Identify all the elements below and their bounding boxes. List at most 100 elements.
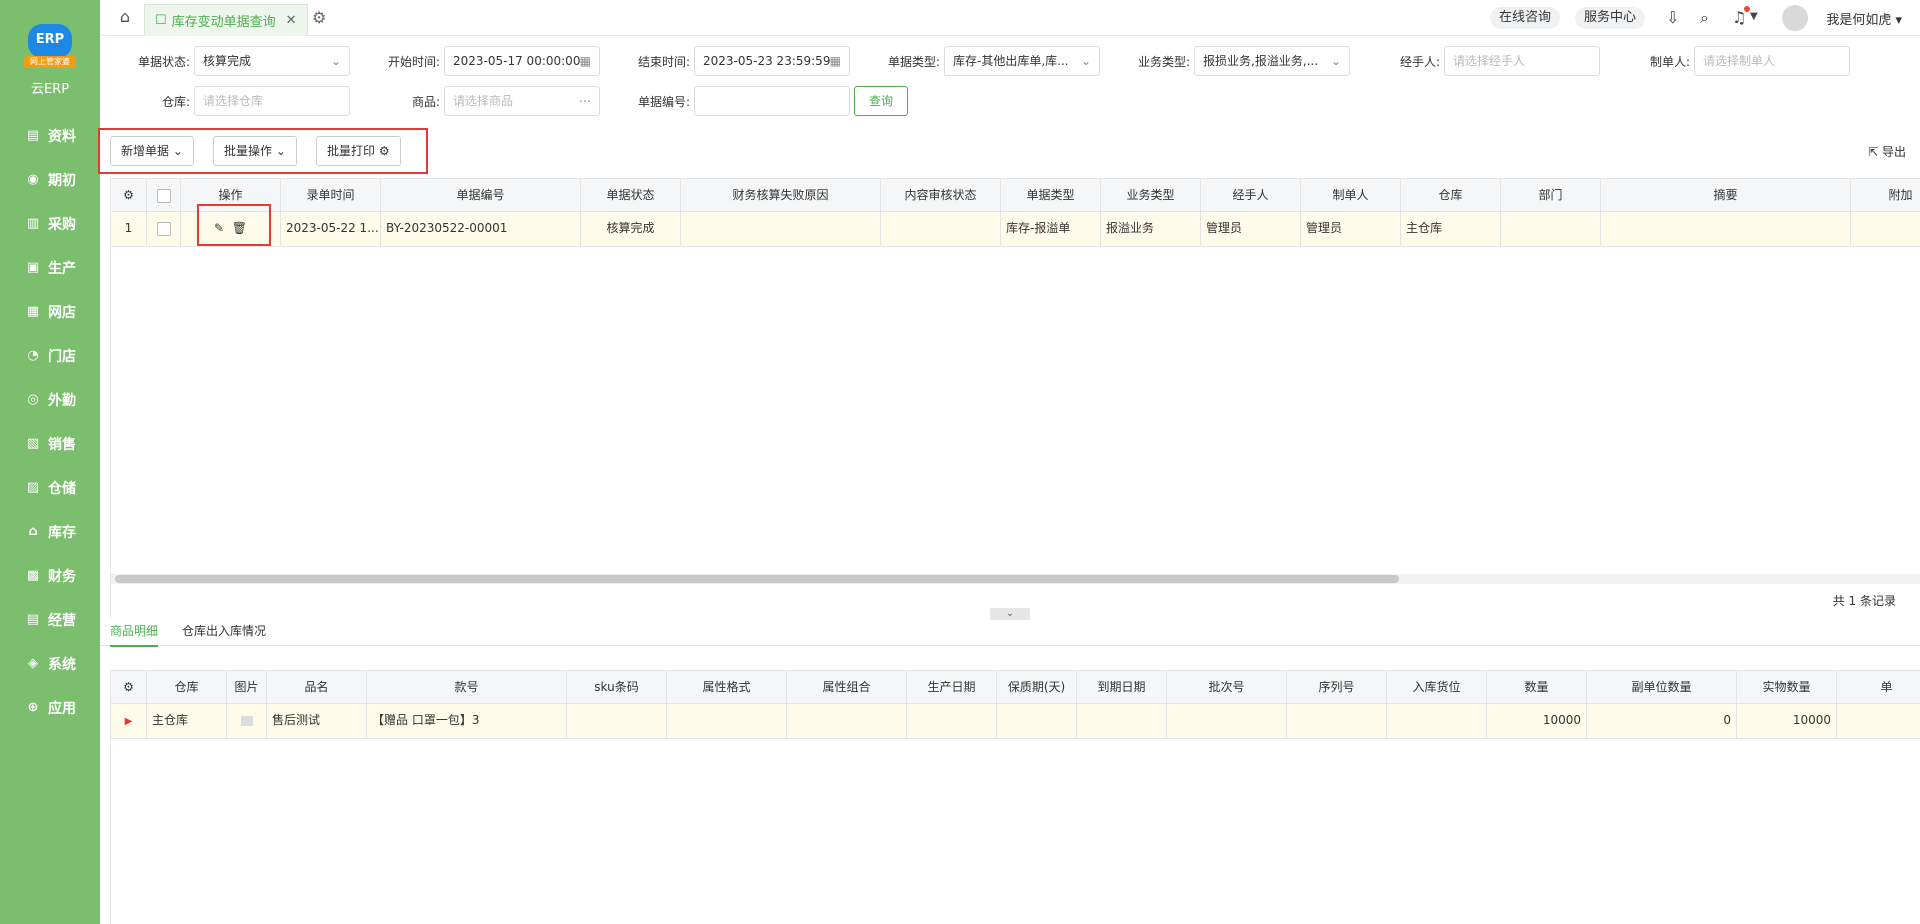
table-row[interactable]: 1 ✎ 🗑 2023-05-22 1... BY-20230522-00001 … <box>111 212 1920 247</box>
col-header-style-no[interactable]: 款号 <box>367 671 567 703</box>
gear-icon[interactable]: ⚙ <box>379 144 390 158</box>
sidebar-item-online-store[interactable]: ▦ 网店 <box>0 290 100 334</box>
row-summary <box>1601 212 1851 246</box>
doc-status-select[interactable]: 核算完成 ⌄ <box>194 46 350 76</box>
col-header-expire-date[interactable]: 到期日期 <box>1077 671 1167 703</box>
home-icon[interactable]: ⌂ <box>116 8 134 26</box>
checkbox[interactable] <box>156 221 171 236</box>
col-header-extra[interactable]: 附加 <box>1851 179 1920 211</box>
sidebar-item-label: 系统 <box>48 657 76 673</box>
tab-label: 库存变动单据查询 <box>171 15 276 30</box>
col-header-attr-format[interactable]: 属性格式 <box>667 671 787 703</box>
start-time-input[interactable]: 2023-05-17 00:00:00 ▦ <box>444 46 600 76</box>
col-header-sku[interactable]: sku条码 <box>567 671 667 703</box>
col-header-doc-type[interactable]: 单据类型 <box>1001 179 1101 211</box>
chevron-down-icon[interactable]: ▼ <box>1750 11 1758 22</box>
col-header-warehouse[interactable]: 仓库 <box>1401 179 1501 211</box>
sidebar-item-operations[interactable]: ▤ 经营 <box>0 598 100 642</box>
new-doc-button[interactable]: 新增单据 ⌄ <box>110 136 194 166</box>
sidebar-nav: ▤ 资料 ◉ 期初 ▥ 采购 ▣ 生产 ▦ 网店 ◔ 门店 ◎ 外勤 ▧ 销售 ▨ 仓储 ⌂ 库存 … <box>0 114 100 730</box>
col-header-warehouse[interactable]: 仓库 <box>147 671 227 703</box>
sidebar-item-storage[interactable]: ▨ 仓储 <box>0 466 100 510</box>
filter-row-1: 单据状态: 核算完成 ⌄ 开始时间: 2023-05-17 00:00:00 ▦ 结… <box>100 46 1920 76</box>
col-header-dept[interactable]: 部门 <box>1501 179 1601 211</box>
sidebar-item-shop[interactable]: ◔ 门店 <box>0 334 100 378</box>
col-header-qty[interactable]: 数量 <box>1487 671 1587 703</box>
col-header-maker[interactable]: 制单人 <box>1301 179 1401 211</box>
service-center-button[interactable]: 服务中心 <box>1575 7 1646 29</box>
user-name[interactable]: 我是何如虎 ▾ <box>1826 9 1902 28</box>
app-logo[interactable]: ERP 网上管家婆 <box>22 20 78 74</box>
col-header-actual-qty[interactable]: 实物数量 <box>1737 671 1837 703</box>
maker-input[interactable]: 请选择制单人 <box>1694 46 1850 76</box>
end-time-value: 2023-05-23 23:59:59 <box>703 54 831 68</box>
main-table-scrollbar[interactable] <box>115 575 1399 583</box>
batch-ops-button[interactable]: 批量操作 ⌄ <box>213 136 297 166</box>
col-header-status[interactable]: 单据状态 <box>581 179 681 211</box>
col-header-summary[interactable]: 摘要 <box>1601 179 1851 211</box>
tab-warehouse-io[interactable]: 仓库出入库情况 <box>182 622 266 645</box>
col-header-serial-no[interactable]: 序列号 <box>1287 671 1387 703</box>
row-time: 2023-05-22 1... <box>281 212 381 246</box>
col-header-name[interactable]: 品名 <box>267 671 367 703</box>
handler-input[interactable]: 请选择经手人 <box>1444 46 1600 76</box>
col-header-prod-date[interactable]: 生产日期 <box>907 671 997 703</box>
download-icon[interactable]: ⇩ <box>1666 8 1679 27</box>
biz-type-select[interactable]: 报损业务,报溢业务,... ⌄ <box>1194 46 1350 76</box>
gear-icon[interactable]: ⚙ <box>312 8 326 27</box>
col-header-unit[interactable]: 单 <box>1837 671 1920 703</box>
doc-type-select[interactable]: 库存-其他出库单,库... ⌄ <box>944 46 1100 76</box>
tab-product-detail[interactable]: 商品明细 <box>110 622 159 647</box>
sidebar-item-field[interactable]: ◎ 外勤 <box>0 378 100 422</box>
detail-table: ⚙ 仓库 图片 品名 款号 sku条码 属性格式 属性组合 生产日期 保质期(天… <box>110 670 1920 924</box>
col-header-bin[interactable]: 入库货位 <box>1387 671 1487 703</box>
sidebar-item-production[interactable]: ▣ 生产 <box>0 246 100 290</box>
product-input[interactable]: 请选择商品 ⋯ <box>444 86 600 116</box>
sidebar-item-apps[interactable]: ⊕ 应用 <box>0 686 100 730</box>
col-header-attr-combo[interactable]: 属性组合 <box>787 671 907 703</box>
col-header-doc-no[interactable]: 单据编号 <box>381 179 581 211</box>
col-header-biz-type[interactable]: 业务类型 <box>1101 179 1201 211</box>
batch-print-button[interactable]: 批量打印 ⚙ <box>316 136 401 166</box>
sidebar-item-opening[interactable]: ◉ 期初 <box>0 158 100 202</box>
doc-no-input[interactable] <box>694 86 850 116</box>
select-all-checkbox[interactable] <box>147 179 181 211</box>
sidebar-item-sales[interactable]: ▧ 销售 <box>0 422 100 466</box>
avatar[interactable] <box>1780 3 1810 33</box>
batch-print-label: 批量打印 <box>327 144 376 158</box>
field-icon: ◎ <box>27 392 39 407</box>
sidebar: ERP 网上管家婆 云ERP ▤ 资料 ◉ 期初 ▥ 采购 ▣ 生产 ▦ 网店 ◔ 门店 ◎… <box>0 0 100 924</box>
column-settings-gear-icon[interactable]: ⚙ <box>111 671 147 703</box>
col-header-sub-qty[interactable]: 副单位数量 <box>1587 671 1737 703</box>
col-header-time[interactable]: 录单时间 <box>281 179 381 211</box>
col-header-batch-no[interactable]: 批次号 <box>1167 671 1287 703</box>
export-button[interactable]: ⇱ 导出 <box>1868 143 1906 160</box>
col-header-handler[interactable]: 经手人 <box>1201 179 1301 211</box>
row-checkbox[interactable] <box>147 212 181 246</box>
checkbox[interactable] <box>156 188 171 203</box>
sidebar-item-label: 门店 <box>48 349 76 365</box>
row-doc-no[interactable]: BY-20230522-00001 <box>381 212 581 246</box>
search-icon[interactable]: ⌕ <box>1700 8 1709 28</box>
tab-inventory-change-query[interactable]: ☐ 库存变动单据查询 ✕ <box>144 4 308 36</box>
col-header-audit-status[interactable]: 内容审核状态 <box>881 179 1001 211</box>
online-consult-button[interactable]: 在线咨询 <box>1490 7 1561 29</box>
warehouse-input[interactable]: 请选择仓库 <box>194 86 350 116</box>
row-image[interactable] <box>227 704 267 738</box>
more-icon[interactable]: ⋯ <box>579 87 591 115</box>
sidebar-item-system[interactable]: ◈ 系统 <box>0 642 100 686</box>
end-time-input[interactable]: 2023-05-23 23:59:59 ▦ <box>694 46 850 76</box>
col-header-image[interactable]: 图片 <box>227 671 267 703</box>
sidebar-item-purchase[interactable]: ▥ 采购 <box>0 202 100 246</box>
export-icon: ⇱ <box>1868 145 1879 159</box>
query-button[interactable]: 查询 <box>854 86 908 116</box>
col-header-shelf-life[interactable]: 保质期(天) <box>997 671 1077 703</box>
col-header-fail-reason[interactable]: 财务核算失败原因 <box>681 179 881 211</box>
opening-icon: ◉ <box>27 172 39 187</box>
table-row[interactable]: ▶ 主仓库 售后测试 【赠品 口罩一包】3 10000 0 10000 <box>111 704 1920 739</box>
close-icon[interactable]: ✕ <box>286 13 297 28</box>
column-settings-gear-icon[interactable]: ⚙ <box>111 179 147 211</box>
sidebar-item-finance[interactable]: ▩ 财务 <box>0 554 100 598</box>
sidebar-item-data[interactable]: ▤ 资料 <box>0 114 100 158</box>
sidebar-item-inventory[interactable]: ⌂ 库存 <box>0 510 100 554</box>
